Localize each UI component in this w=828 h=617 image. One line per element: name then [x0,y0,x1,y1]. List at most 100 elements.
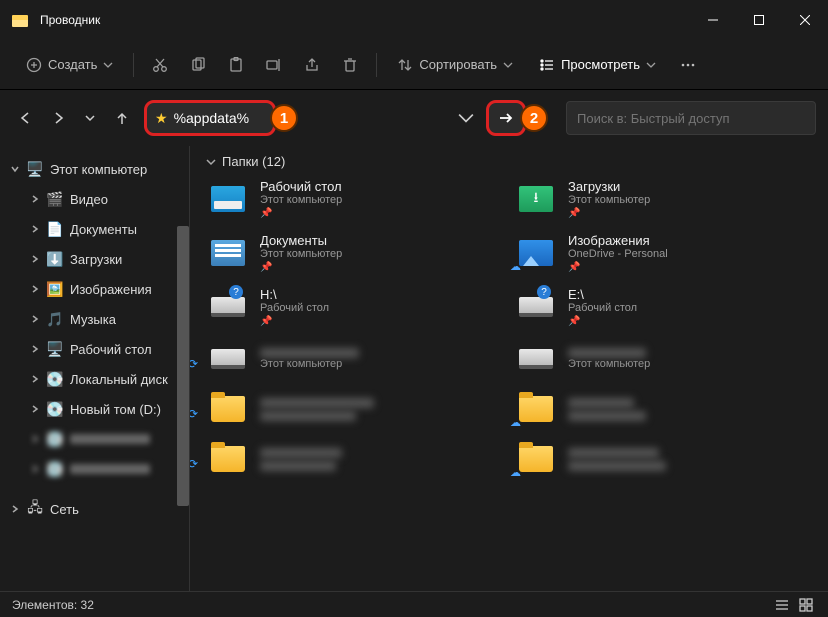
toolbar: Создать Сортировать Просмотреть [0,40,828,90]
address-history-dropdown[interactable] [454,102,478,134]
folder-name: Изображения [568,233,668,248]
tree-label: Изображения [70,282,152,297]
folder-icon: ? [206,289,250,325]
tree-label: Этот компьютер [50,162,147,177]
sort-label: Сортировать [419,57,497,72]
folder-icon: ⭳ [514,181,558,217]
tree-item[interactable]: 🎬Видео [0,184,189,214]
folder-sub: Этот компьютер [568,194,650,206]
view-button[interactable]: Просмотреть [529,51,666,79]
folder-icon: ☁ [514,391,558,427]
tree-item[interactable]: 📄Документы [0,214,189,244]
address-input[interactable] [174,110,264,126]
folder-item[interactable]: ☁ [514,441,812,477]
tree-this-pc[interactable]: 🖥️ Этот компьютер [0,154,189,184]
folder-name: Документы [260,233,342,248]
folder-icon: ⟳ [206,341,250,377]
folder-item[interactable]: ?E:\Рабочий стол📌 [514,287,812,327]
tree-item-blur[interactable]: 💽 [0,454,189,484]
folder-item[interactable]: ⟳ [206,391,504,427]
folder-sub: Этот компьютер [260,194,342,206]
folder-icon: ☁ [514,235,558,271]
pin-icon: 📌 [260,208,342,219]
titlebar: Проводник [0,0,828,40]
item-count: Элементов: 32 [12,598,94,612]
tree-item[interactable]: 🖥️ Рабочий стол [0,334,189,364]
folder-item[interactable]: Этот компьютер [514,341,812,377]
callout-1: 1 [270,104,298,132]
folder-icon: ⟳ [206,391,250,427]
folder-name [568,398,646,408]
folder-name: Загрузки [568,179,650,194]
forward-button[interactable] [44,102,72,134]
folder-sub: OneDrive - Personal [568,248,668,260]
rename-button[interactable] [258,51,290,79]
folder-icon: ⟳ [206,441,250,477]
search-input[interactable] [577,111,805,126]
folder-item[interactable]: ☁ [514,391,812,427]
tree-label: Рабочий стол [70,342,152,357]
tree-icon: 🖼️ [46,280,64,298]
paste-button[interactable] [220,51,252,79]
folder-name [260,398,374,408]
tree-item-blur[interactable]: 💽 [0,424,189,454]
search-box[interactable] [566,101,816,135]
folder-item[interactable]: ?H:\Рабочий стол📌 [206,287,504,327]
folder-item[interactable]: ☁ИзображенияOneDrive - Personal📌 [514,233,812,273]
folder-item[interactable]: ДокументыЭтот компьютер📌 [206,233,504,273]
statusbar: Элементов: 32 [0,591,828,617]
maximize-button[interactable] [736,0,782,40]
tree-label: Видео [70,192,108,207]
sidebar-scrollbar[interactable] [177,226,189,506]
tree-item[interactable]: 💽Локальный диск [0,364,189,394]
close-button[interactable] [782,0,828,40]
tree-item[interactable]: ⬇️Загрузки [0,244,189,274]
section-label: Папки (12) [222,154,285,169]
tree-icon: ⬇️ [46,250,64,268]
tree-item[interactable]: 💽Новый том (D:) [0,394,189,424]
sync-icon: ⟳ [190,357,198,371]
folder-sub [568,458,666,471]
tree-label: Новый том (D:) [70,402,161,417]
tree-icon: 💽 [46,370,64,388]
folder-icon [206,235,250,271]
pin-icon: 📌 [568,208,650,219]
folder-item[interactable]: ⭳ ЗагрузкиЭтот компьютер 📌 [514,179,812,219]
tree-icon: 🖥️ [46,340,64,358]
tree-item[interactable]: 🖼️ Изображения [0,274,189,304]
divider [133,53,134,77]
details-view-button[interactable] [772,595,792,615]
folder-name [568,448,666,458]
create-button[interactable]: Создать [16,51,123,79]
folder-item[interactable]: Рабочий столЭтот компьютер📌 [206,179,504,219]
pin-icon: 📌 [568,316,637,327]
star-icon: ★ [155,110,168,127]
share-button[interactable] [296,51,328,79]
view-label: Просмотреть [561,57,640,72]
tree-network[interactable]: 🖧 Сеть [0,494,189,524]
thumbnails-view-button[interactable] [796,595,816,615]
folder-item[interactable]: ⟳Этот компьютер [206,341,504,377]
sync-icon: ⟳ [190,457,198,471]
tree-item[interactable]: 🎵Музыка [0,304,189,334]
sort-button[interactable]: Сортировать [387,51,523,79]
section-header[interactable]: Папки (12) [206,154,812,169]
cut-button[interactable] [144,51,176,79]
pin-icon: 📌 [260,316,329,327]
delete-button[interactable] [334,51,366,79]
folder-name: H:\ [260,287,329,302]
folder-item[interactable]: ⟳ [206,441,504,477]
folder-sub: Рабочий стол [568,302,637,314]
folder-icon: ☁ [514,441,558,477]
more-button[interactable] [672,51,704,79]
up-button[interactable] [108,102,136,134]
folder-sub: Этот компьютер [568,358,650,370]
back-button[interactable] [12,102,40,134]
address-bar-wrap: ★ 1 [144,100,298,136]
minimize-button[interactable] [690,0,736,40]
folder-icon [514,341,558,377]
address-bar[interactable]: ★ [144,100,276,136]
tree-label: Сеть [50,502,79,517]
copy-button[interactable] [182,51,214,79]
recent-dropdown[interactable] [76,102,104,134]
